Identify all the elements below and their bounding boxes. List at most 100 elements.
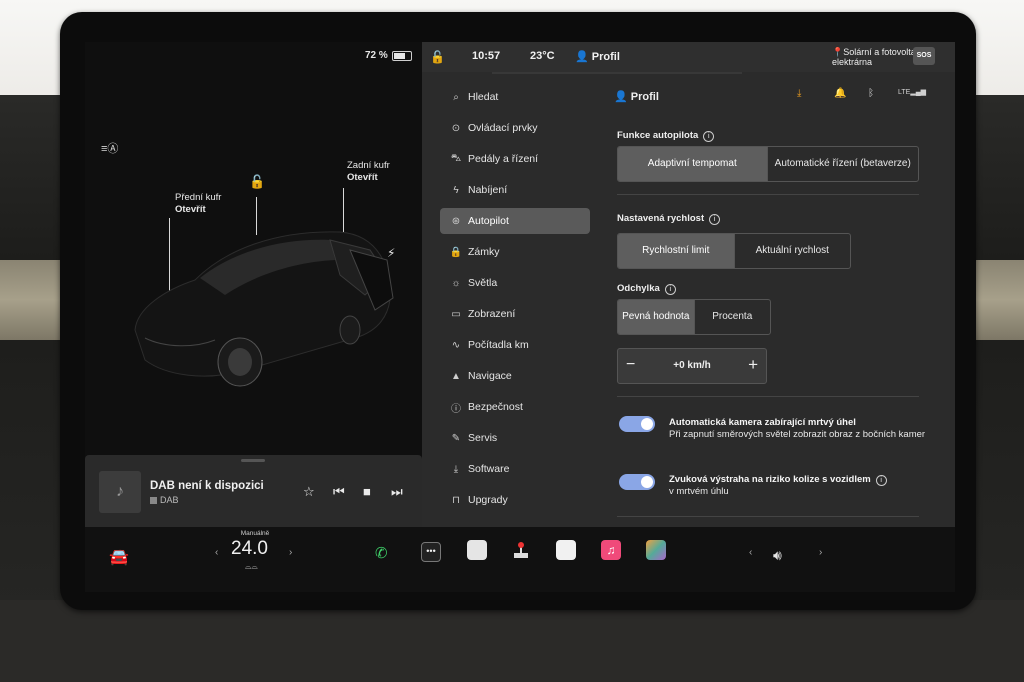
next-track-icon[interactable]: ⏭ <box>391 484 403 500</box>
frunk-control[interactable]: Přední kufr Otevřít <box>175 192 221 216</box>
set-speed-selector: Rychlostní limit Aktuální rychlost <box>617 233 851 269</box>
previous-track-icon[interactable]: ⏮ <box>333 484 345 500</box>
bell-icon[interactable]: 🔔 <box>834 88 846 99</box>
info-icon[interactable]: i <box>664 284 676 295</box>
touchscreen: 72 % ≡Ⓐ Přední kufr Otevřít 🔓 Zadní kufr… <box>85 42 955 592</box>
blind-spot-chime-title: Zvuková výstraha na riziko kolize s vozi… <box>669 474 929 486</box>
bottom-dock: 🚘 ‹ Manuálně 24.0 ⌓⌓ › ✆ ••• ♫ ‹ 🔊︎ › <box>85 527 955 592</box>
option-adaptive-cruise[interactable]: Adaptivní tempomat <box>618 147 767 181</box>
search-icon: ⌕ <box>453 91 459 103</box>
status-profile-label: Profil <box>591 51 620 63</box>
blind-spot-chime-toggle[interactable] <box>619 474 655 490</box>
offset-selector: Pevná hodnota Procenta <box>617 299 771 335</box>
nav-item-display[interactable]: ▭ Zobrazení <box>440 301 590 327</box>
media-title: DAB není k dispozici <box>150 480 264 492</box>
music-app-icon[interactable]: ♫ <box>601 540 621 560</box>
nav-item-trips[interactable]: ∿ Počítadla km <box>440 332 590 358</box>
nav-item-safety[interactable]: ⓘ Bezpečnost <box>440 394 590 420</box>
media-drag-handle[interactable] <box>241 459 265 462</box>
set-speed-title: Nastavená rychlost i <box>617 213 721 225</box>
camera-app-icon[interactable] <box>467 540 487 560</box>
car-icon: ⛍ <box>450 152 462 164</box>
favorite-star-icon[interactable]: ☆ <box>303 484 315 500</box>
phone-icon[interactable]: ✆ <box>375 544 388 562</box>
plus-button[interactable]: + <box>748 355 758 375</box>
unlock-icon[interactable]: 🔓 <box>249 174 265 190</box>
lte-signal-icon: LTE▂▄▆ <box>898 89 927 96</box>
frunk-action[interactable]: Otevřít <box>175 204 221 216</box>
steering-wheel-icon: ⊛ <box>451 215 461 227</box>
nav-item-upgrades[interactable]: ⊓ Upgrady <box>440 487 590 513</box>
nav-item-software[interactable]: ⤓ Software <box>440 456 590 482</box>
option-fixed-value[interactable]: Pevná hodnota <box>618 300 694 334</box>
calendar-app-icon[interactable] <box>556 540 576 560</box>
nav-item-label: Zámky <box>468 246 500 258</box>
dab-icon <box>150 496 157 504</box>
nav-item-lights[interactable]: ☼ Světla <box>440 270 590 296</box>
blind-spot-camera-toggle[interactable] <box>619 416 655 432</box>
blind-spot-camera-desc: Při zapnutí směrových světel zobrazit ob… <box>669 429 926 440</box>
download-icon[interactable]: ⤓ <box>797 88 801 99</box>
nav-item-label: Software <box>468 463 510 475</box>
speaker-icon[interactable]: 🔊︎ <box>773 547 782 564</box>
status-profile[interactable]: 👤 Profil <box>575 50 620 63</box>
seat-heater-icon[interactable]: ⌓⌓ <box>245 562 258 572</box>
autopilot-features-selector: Adaptivní tempomat Automatické řízení (b… <box>617 146 919 182</box>
divider <box>617 396 919 397</box>
nav-item-controls[interactable]: ⊙ Ovládací prvky <box>440 115 590 141</box>
profile-icon: 👤 <box>614 91 628 103</box>
volume-up-chevron-icon[interactable]: › <box>819 547 822 558</box>
option-percent[interactable]: Procenta <box>693 300 771 334</box>
toggle-knob <box>641 476 653 488</box>
toybox-app-icon[interactable] <box>646 540 666 560</box>
joystick-arcade-icon[interactable] <box>511 540 531 560</box>
temp-down-chevron-icon[interactable]: ‹ <box>215 547 218 558</box>
bluetooth-icon[interactable]: ᛒ <box>868 88 874 99</box>
nav-item-hledat[interactable]: ⌕ Hledat <box>440 84 590 110</box>
blind-spot-camera-title: Automatická kamera zabírající mrtvý úhel <box>669 417 856 428</box>
nav-item-label: Servis <box>468 432 498 444</box>
info-icon[interactable]: i <box>875 475 887 486</box>
odometer-icon: ∿ <box>451 339 461 351</box>
battery-fill <box>393 52 406 59</box>
nav-item-locks[interactable]: 🔒 Zámky <box>440 239 590 265</box>
media-player[interactable]: ♪ DAB není k dispozici DAB ☆ ⏮ ■ ⏭ <box>85 455 422 527</box>
sos-button[interactable]: SOS <box>913 47 935 65</box>
nav-item-autopilot[interactable]: ⊛ Autopilot <box>440 208 590 234</box>
settings-panel: 🔓 10:57 23°C 👤 Profil 📍Solární a fotovol… <box>422 42 955 527</box>
autopilot-features-title: Funkce autopilota i <box>617 130 715 142</box>
nav-item-charging[interactable]: ϟ Nabíjení <box>440 177 590 203</box>
offset-title: Odchylka i <box>617 283 676 295</box>
nav-item-label: Pedály a řízení <box>468 153 539 165</box>
set-speed-label: Nastavená rychlost <box>617 213 705 224</box>
nav-item-pedals[interactable]: ⛍ Pedály a řízení <box>440 146 590 172</box>
status-bar: 🔓 10:57 23°C 👤 Profil 📍Solární a fotovol… <box>422 42 955 74</box>
nav-item-label: Počítadla km <box>468 339 529 351</box>
trunk-label: Zadní kufr <box>347 160 390 171</box>
headlight-auto-icon[interactable]: ≡Ⓐ <box>101 140 118 156</box>
info-icon[interactable]: i <box>703 131 715 142</box>
nav-item-service[interactable]: ✎ Servis <box>440 425 590 451</box>
outside-temp: 23°C <box>530 50 555 62</box>
option-autosteer[interactable]: Automatické řízení (betaverze) <box>766 147 919 181</box>
info-icon[interactable]: i <box>709 214 721 225</box>
nav-item-navigation[interactable]: ▲ Navigace <box>440 363 590 389</box>
trunk-control[interactable]: Zadní kufr Otevřít <box>347 160 390 184</box>
car-model <box>134 231 394 387</box>
volume-down-chevron-icon[interactable]: ‹ <box>749 547 752 558</box>
more-apps-icon[interactable]: ••• <box>421 542 441 562</box>
nav-item-label: Hledat <box>468 91 499 103</box>
trunk-action[interactable]: Otevřít <box>347 172 390 184</box>
option-current-speed[interactable]: Aktuální rychlost <box>733 234 851 268</box>
battery-icon <box>391 50 412 61</box>
panel-profile[interactable]: 👤 Profil <box>614 90 659 103</box>
car-icon[interactable]: 🚘 <box>109 547 129 567</box>
cabin-temperature[interactable]: 24.0 <box>231 538 268 560</box>
lock-status-icon[interactable]: 🔓 <box>430 50 445 64</box>
temp-up-chevron-icon[interactable]: › <box>289 547 292 558</box>
stop-icon[interactable]: ■ <box>363 484 371 499</box>
display-icon: ▭ <box>451 308 461 320</box>
clock: 10:57 <box>472 50 501 62</box>
divider <box>617 516 919 517</box>
option-speed-limit[interactable]: Rychlostní limit <box>618 234 734 268</box>
